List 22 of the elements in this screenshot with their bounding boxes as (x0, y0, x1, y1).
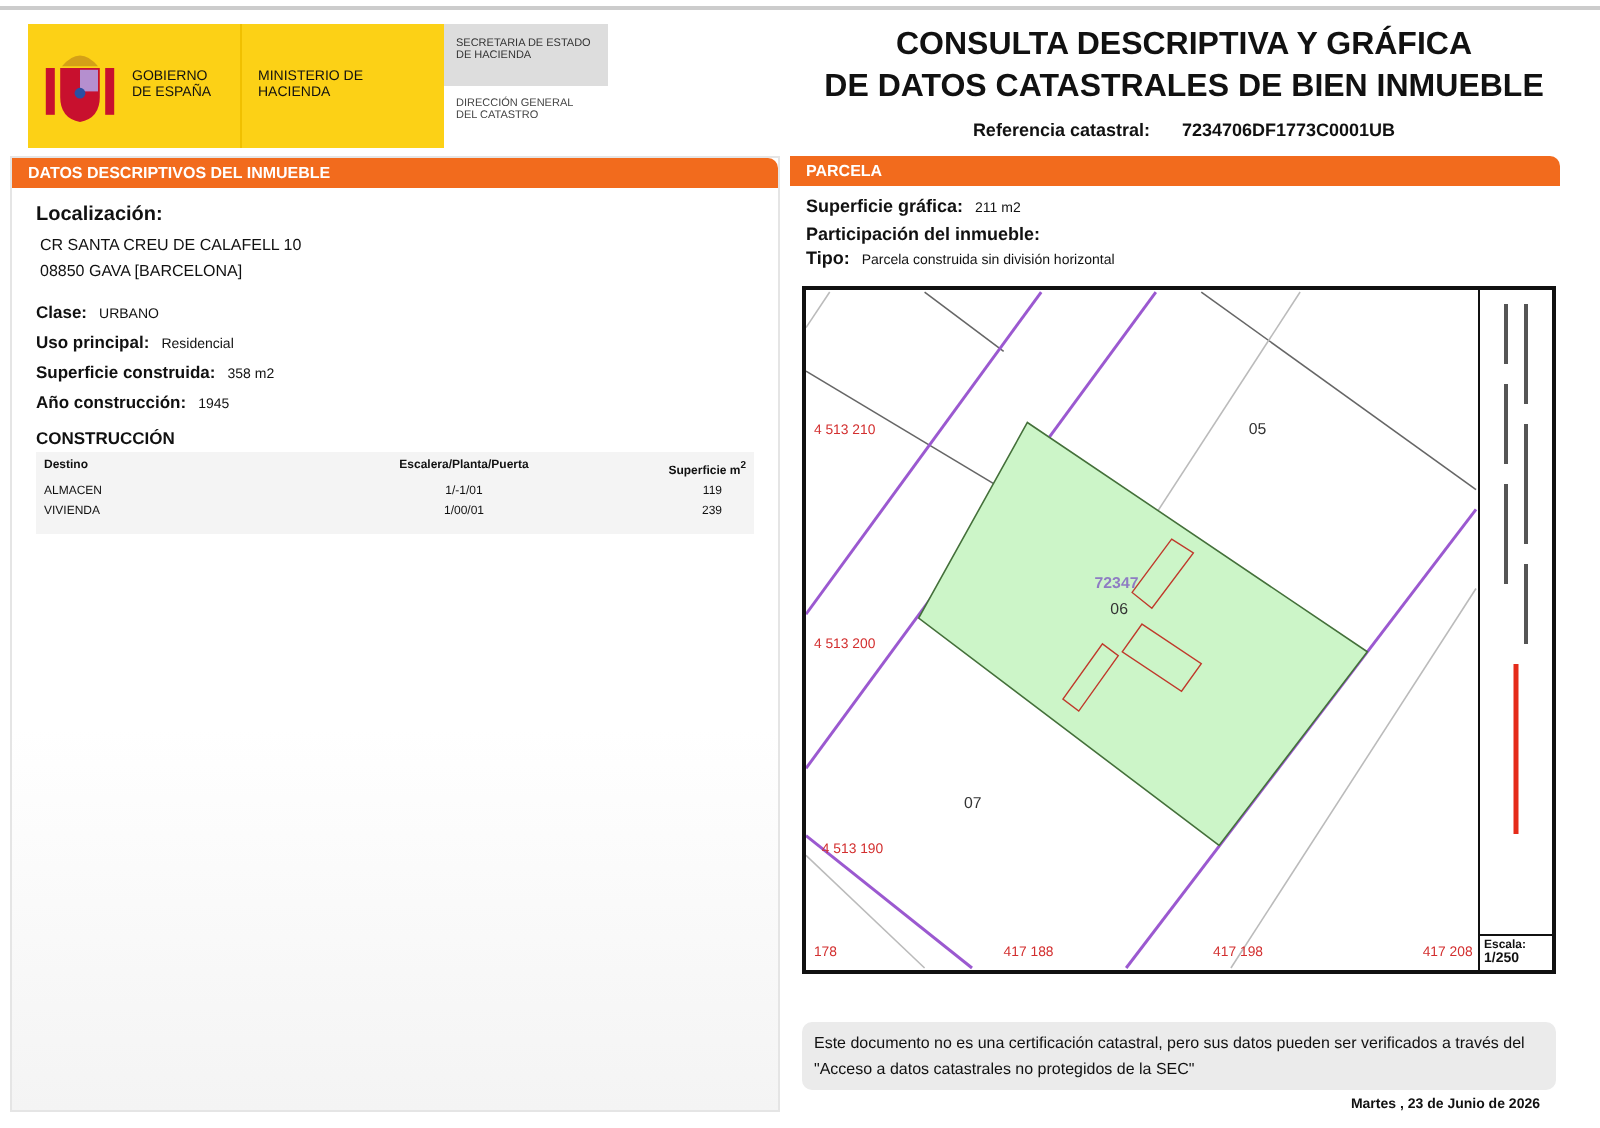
address-line: CR SANTA CREU DE CALAFELL 10 (38, 234, 304, 258)
reference-value: 7234706DF1773C0001UB (1181, 120, 1396, 140)
field-label: Uso principal: (36, 330, 150, 354)
location-label: Localización: (36, 204, 165, 226)
field-label: Clase: (36, 300, 88, 324)
field-label: Tipo: (806, 246, 850, 270)
address-line: 08850 GAVA [BARCELONA] (38, 260, 245, 284)
field-label: Superficie gráfica: (806, 194, 964, 218)
construction-title: CONSTRUCCIÓN (36, 428, 177, 448)
reference-label: Referencia catastral: (972, 120, 1150, 140)
document-title: DE DATOS CATASTRALES DE BIEN INMUEBLE (824, 68, 1544, 108)
parcel-number: 06 (1110, 600, 1128, 619)
section-header: DATOS DESCRIPTIVOS DEL INMUEBLE (12, 158, 778, 188)
parcel-number: 05 (1248, 420, 1267, 439)
section-header: PARCELA (790, 156, 1560, 186)
field-label: Participación del inmueble: (806, 222, 1041, 246)
parcel-number: 72347 (1094, 574, 1139, 593)
field-label: Año construcción: (36, 390, 187, 414)
disclaimer-note: Este documento no es una certificación catastral, pero sus datos pueden ser verificados a través del "Acceso a datos catastrales no protegidos de la SEC" (802, 1022, 1556, 1090)
field-label: Superficie construida: (36, 360, 216, 384)
parcel-number: 07 (964, 793, 982, 812)
document-title: CONSULTA DESCRIPTIVA Y GRÁFICA (895, 24, 1472, 66)
